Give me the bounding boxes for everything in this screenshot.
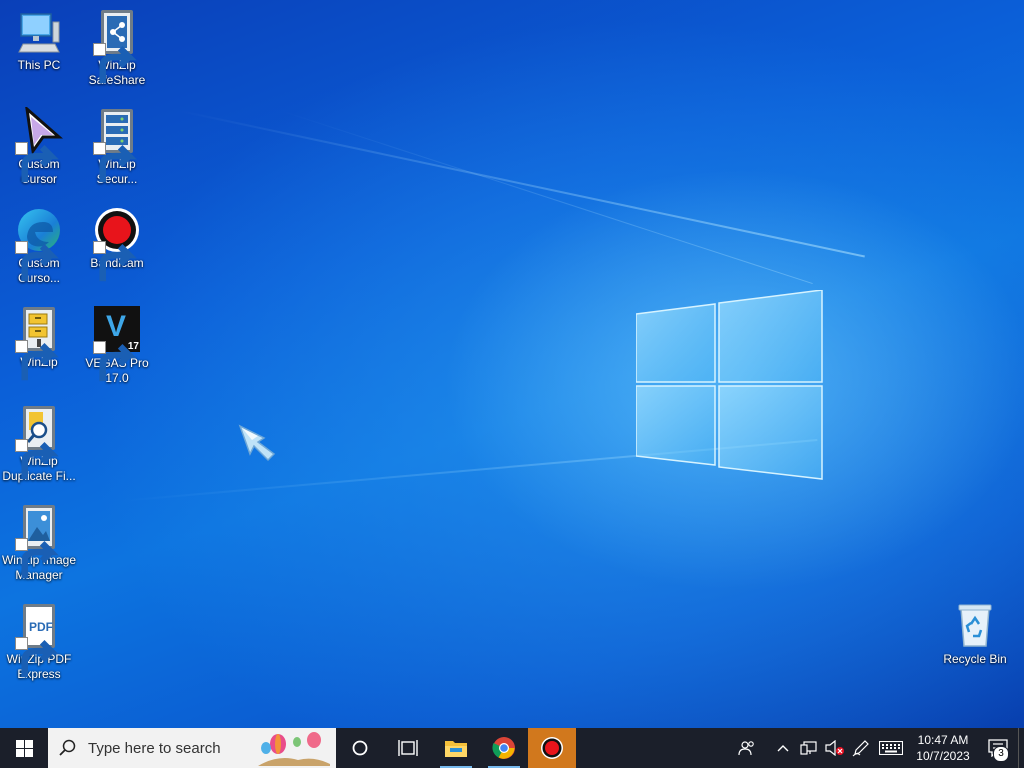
task-view-icon	[398, 740, 418, 756]
desktop-icon-winzip[interactable]: WinZip	[0, 305, 78, 381]
file-explorer-icon	[445, 741, 467, 757]
chevron-up-icon	[777, 745, 789, 752]
pdf-label-text: PDF	[29, 620, 53, 634]
notification-count-badge: 3	[993, 746, 1009, 762]
desktop-icon-recycle-bin[interactable]: Recycle Bin	[936, 602, 1014, 667]
network-button[interactable]	[796, 728, 822, 768]
taskbar-search-box[interactable]: Type here to search	[48, 728, 336, 768]
chrome-icon	[492, 737, 515, 759]
search-placeholder: Type here to search	[88, 739, 221, 757]
taskbar-file-explorer[interactable]	[432, 728, 480, 768]
desktop-background[interactable]: This PC WinZip SafeShare Custom Cursor W…	[0, 0, 1024, 728]
winzip-pdf-icon: PDF	[15, 602, 63, 678]
custom-cursor-pointer-icon	[238, 424, 276, 462]
shortcut-arrow-icon	[93, 43, 137, 84]
shortcut-arrow-icon	[93, 341, 137, 382]
taskbar-clock[interactable]: 10:47 AM 10/7/2023	[908, 732, 978, 764]
vegas-pro-icon: V 17	[93, 306, 141, 382]
desktop-icon-vegas-pro[interactable]: V 17 VEGAS Pro 17.0	[78, 305, 156, 386]
clock-time: 10:47 AM	[917, 733, 969, 747]
cortana-circle-icon	[352, 740, 368, 756]
windows-start-icon	[15, 739, 33, 757]
taskbar-chrome[interactable]	[480, 728, 528, 768]
winzip-secure-icon	[93, 107, 141, 183]
desktop-icon-winzip-secure[interactable]: WinZip Secur...	[78, 107, 156, 187]
task-view-button[interactable]	[384, 728, 432, 768]
clock-date: 10/7/2023	[916, 749, 970, 763]
desktop-icon-winzip-image-manager[interactable]: WinZip Image Manager	[0, 503, 78, 583]
desktop-icon-winzip-duplicate[interactable]: WinZip Duplicate Fi...	[0, 404, 78, 484]
desktop-icon-label: Recycle Bin	[943, 652, 1007, 666]
desktop-icon-this-pc[interactable]: This PC	[0, 8, 78, 73]
search-highlight-balloons-icon	[258, 732, 330, 766]
windows-logo-wallpaper	[636, 290, 823, 480]
action-center-button[interactable]: 3	[978, 728, 1018, 768]
shortcut-arrow-icon	[15, 142, 59, 183]
shortcut-arrow-icon	[93, 241, 137, 282]
winzip-icon	[15, 305, 63, 381]
taskbar-bandicam[interactable]	[528, 728, 576, 768]
shortcut-arrow-icon	[93, 142, 137, 183]
shortcut-arrow-icon	[15, 538, 59, 579]
show-desktop-button[interactable]	[1018, 728, 1024, 768]
search-icon	[59, 739, 76, 756]
desktop-icon-winzip-pdf-express[interactable]: PDF WinZip PDF Express	[0, 602, 78, 682]
desktop-icon-label: This PC	[17, 58, 61, 72]
shortcut-arrow-icon	[15, 241, 59, 282]
volume-muted-icon	[825, 740, 844, 756]
winzip-duplicate-icon	[15, 404, 63, 480]
people-button[interactable]	[734, 728, 760, 768]
show-hidden-icons-button[interactable]	[770, 728, 796, 768]
desktop-icon-bandicam[interactable]: Bandicam	[78, 206, 156, 282]
taskbar: Type here to search 10:47 AM 10/7/2023 3	[0, 728, 1024, 768]
winzip-safeshare-icon	[93, 8, 141, 84]
cortana-button[interactable]	[336, 728, 384, 768]
bandicam-icon	[93, 206, 141, 282]
system-tray: 10:47 AM 10/7/2023 3	[734, 728, 1024, 768]
winzip-image-icon	[15, 503, 63, 579]
pen-workspace-button[interactable]	[848, 728, 874, 768]
desktop-icon-custom-cursor[interactable]: Custom Cursor	[0, 107, 78, 187]
start-button[interactable]	[0, 728, 48, 768]
desktop-icon-custom-curso-edge[interactable]: Custom Curso...	[0, 206, 78, 286]
edge-icon	[15, 206, 63, 282]
vegas-letter: V	[106, 310, 127, 343]
touch-keyboard-button[interactable]	[874, 728, 908, 768]
bandicam-icon	[541, 737, 563, 759]
people-icon	[738, 741, 754, 756]
recycle-bin-icon	[951, 602, 999, 650]
shortcut-arrow-icon	[15, 340, 59, 381]
desktop-icon-winzip-safeshare[interactable]: WinZip SafeShare	[78, 8, 156, 88]
volume-button[interactable]	[822, 728, 848, 768]
custom-cursor-icon	[15, 107, 63, 183]
network-icon	[800, 741, 817, 755]
keyboard-icon	[879, 741, 903, 755]
computer-icon	[15, 8, 63, 56]
pen-icon	[852, 740, 869, 757]
shortcut-arrow-icon	[15, 637, 59, 678]
shortcut-arrow-icon	[15, 439, 59, 480]
